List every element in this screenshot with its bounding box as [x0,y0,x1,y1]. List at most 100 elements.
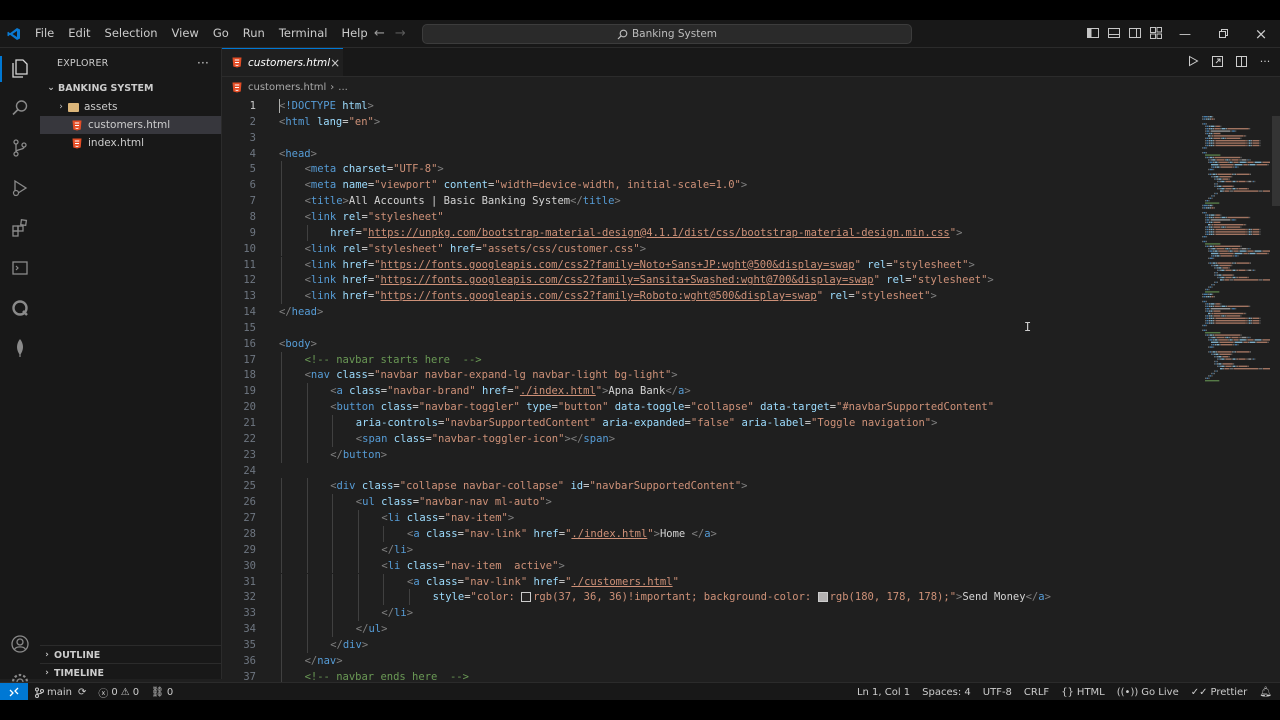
close-window-icon[interactable]: × [1242,20,1280,47]
minimap-token [1218,353,1220,355]
minimap-token [1203,204,1208,207]
mongodb-leaf-icon[interactable] [8,336,32,360]
scrollbar-thumb[interactable] [1272,116,1280,206]
extensions-icon[interactable] [8,216,32,240]
problems-indicator[interactable]: ⓧ 0 ⚠ 0 [92,685,145,700]
line-number: 15 [243,321,256,334]
minimap-token [1206,231,1209,233]
language-mode[interactable]: {} HTML [1055,687,1111,698]
indent-guide [357,605,359,622]
prettier-indicator[interactable]: ✓✓ Prettier [1185,687,1254,698]
command-center-search[interactable]: Banking System [422,24,912,44]
menu-terminal[interactable]: Terminal [272,20,335,47]
code-token: > [373,115,381,128]
minimap-token [1214,267,1215,269]
explorer-icon[interactable] [8,56,32,80]
cursor-position[interactable]: Ln 1, Col 1 [851,687,916,698]
minimap-token [1232,219,1235,221]
menu-view[interactable]: View [165,20,206,47]
remote-explorer-icon[interactable] [8,256,32,280]
minimap-token [1230,130,1232,132]
accounts-icon[interactable] [8,632,32,656]
remote-indicator-icon[interactable] [0,683,28,700]
minimap-token [1217,250,1219,252]
breadcrumb-more[interactable]: ... [338,82,348,93]
code-token: aria-label [741,417,805,429]
minimap-token [1218,363,1222,365]
go-live-button[interactable]: ((•)) Go Live [1111,687,1185,698]
branch-indicator[interactable]: main ⟳ [28,687,92,698]
indent-guide [306,478,308,495]
minimap-token [1220,255,1233,257]
menu-help[interactable]: Help [334,20,374,47]
minimap-token [1226,159,1229,161]
code-token: "stylesheet" [892,258,969,271]
close-tab-icon[interactable]: × [330,56,340,70]
minimap-token [1206,240,1207,243]
minimap-token [1205,317,1206,319]
code-token: charset [342,163,387,176]
github-copilot-icon[interactable] [8,296,32,320]
line-number: 17 [243,353,256,366]
minimap-token [1215,344,1216,346]
minimap-token [1212,312,1213,315]
minimap-token [1231,188,1233,190]
menu-file[interactable]: File [28,20,61,47]
tree-item-customers-html[interactable]: customers.html [40,116,221,134]
customize-layout-icon[interactable] [1149,25,1163,39]
minimize-icon[interactable]: — [1166,20,1204,47]
menu-selection[interactable]: Selection [98,20,165,47]
forward-arrow-icon[interactable]: → [395,26,406,41]
minimap-token [1246,320,1248,322]
search-sidebar-icon[interactable] [8,96,32,120]
notifications-bell-icon[interactable]: 🔔︎ [1253,687,1280,698]
minimap-token [1232,255,1235,257]
outline-section[interactable]: › OUTLINE [40,645,221,664]
minimap-token [1206,118,1207,120]
tree-item-index-html[interactable]: index.html [40,134,221,152]
color-swatch[interactable] [521,592,532,603]
minimap[interactable] [1200,116,1272,406]
minimap-token [1242,164,1244,166]
toggle-panel-icon[interactable] [1107,25,1121,39]
more-actions-icon[interactable]: ··· [197,56,209,70]
project-folder-header[interactable]: ⌄ BANKING SYSTEM [40,78,221,98]
minimap-token [1214,161,1218,163]
end-of-line[interactable]: CRLF [1018,687,1055,698]
minimap-token [1243,224,1245,226]
minimap-token [1209,262,1212,264]
minimap-token [1213,320,1214,322]
minimap-token [1205,231,1206,233]
minimap-token [1218,356,1222,358]
restore-icon[interactable] [1204,20,1242,47]
code-token: > [987,274,994,287]
menu-go[interactable]: Go [206,20,236,47]
encoding[interactable]: UTF-8 [977,687,1018,698]
code-editor[interactable]: 1 <!DOCTYPE html> 2 <html lang="en"> 3 4 <head… [222,96,1200,685]
open-preview-icon[interactable] [1210,54,1224,68]
split-editor-icon[interactable] [1234,54,1248,68]
run-debug-icon[interactable] [8,176,32,200]
minimap-token [1215,183,1217,185]
source-control-icon[interactable] [8,136,32,160]
tree-item-assets[interactable]: › assets [40,98,221,116]
run-file-icon[interactable] [1186,54,1200,68]
code-token: href [450,242,476,255]
more-editor-actions-icon[interactable]: ··· [1258,54,1272,68]
color-swatch[interactable] [817,592,828,603]
code-token: li [387,512,401,525]
toggle-primary-sidebar-icon[interactable] [1086,25,1100,39]
ports-indicator[interactable]: ⛓ 0 [145,687,179,698]
timeline-section[interactable]: › TIMELINE [40,663,221,682]
breadcrumb-file[interactable]: customers.html [248,82,326,93]
minimap-token [1212,116,1214,118]
indentation[interactable]: Spaces: 4 [916,687,977,698]
menu-run[interactable]: Run [236,20,272,47]
back-arrow-icon[interactable]: ← [374,26,385,41]
minimap-token [1206,233,1209,235]
tab-customers-html[interactable]: customers.html × [222,48,343,76]
minimap-token [1208,159,1209,161]
minimap-token [1213,264,1215,267]
toggle-secondary-sidebar-icon[interactable] [1128,25,1142,39]
menu-edit[interactable]: Edit [61,20,97,47]
